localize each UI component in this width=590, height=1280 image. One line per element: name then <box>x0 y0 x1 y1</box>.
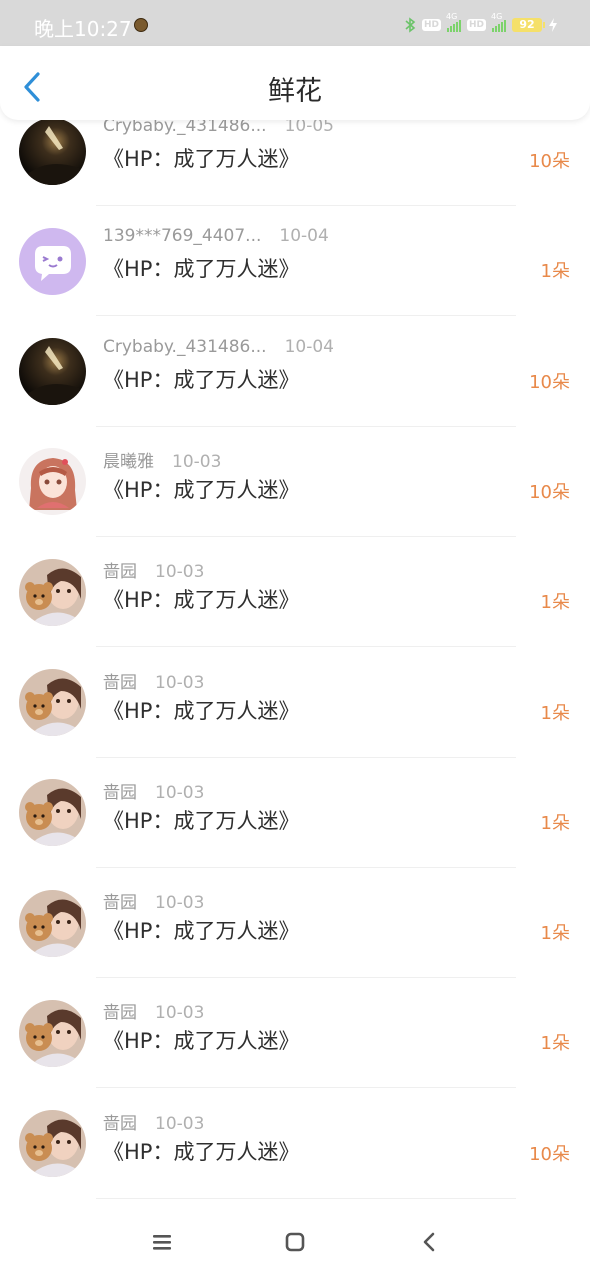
status-time: 晚上10:27 <box>34 17 132 41</box>
record-date: 10-03 <box>155 672 205 693</box>
book-title: 《HP：成了万人迷》 <box>103 1139 300 1164</box>
nav-back-icon[interactable] <box>422 1231 436 1253</box>
book-title: 《HP：成了万人迷》 <box>103 808 300 833</box>
flower-count: 1朵 <box>540 702 570 724</box>
bluetooth-icon <box>405 17 416 33</box>
charging-icon <box>549 18 557 32</box>
divider <box>96 1197 516 1199</box>
avatar[interactable] <box>19 448 86 516</box>
home-square-icon[interactable] <box>285 1232 305 1252</box>
user-name: 啬园 <box>103 562 137 583</box>
flower-count: 1朵 <box>540 592 570 614</box>
book-title: 《HP：成了万人迷》 <box>103 367 300 392</box>
user-name: 晨曦雅 <box>103 451 154 472</box>
hd-badge: HD <box>466 19 486 31</box>
book-title: 《HP：成了万人迷》 <box>103 147 300 171</box>
flower-record-item[interactable]: 啬园 10-03 《HP：成了万人迷》 10朵 <box>0 1089 590 1199</box>
book-title: 《HP：成了万人迷》 <box>103 257 300 282</box>
flower-record-item[interactable]: 啬园 10-03 《HP：成了万人迷》 1朵 <box>0 758 590 868</box>
signal-icon: 4G <box>491 12 506 32</box>
avatar[interactable] <box>19 558 86 626</box>
network-type: 4G <box>445 12 458 21</box>
flower-record-item[interactable]: Crybaby._431486... 10-04 《HP：成了万人迷》 10朵 <box>0 317 590 427</box>
avatar[interactable] <box>19 779 86 847</box>
flower-record-list: Crybaby._431486... 10-05 《HP：成了万人迷》 10朵 139*… <box>0 97 590 1209</box>
name-date-line: 啬园 10-03 <box>103 1109 204 1134</box>
name-date-line: 啬园 10-03 <box>103 778 204 803</box>
flower-record-item[interactable]: 139***769_4407... 10-04 《HP：成了万人迷》 1朵 <box>0 206 590 317</box>
avatar[interactable] <box>19 227 86 295</box>
user-name: 139***769_4407... <box>103 226 262 247</box>
flower-count: 1朵 <box>540 812 570 834</box>
system-navigation-bar <box>0 1209 590 1280</box>
book-title: 《HP：成了万人迷》 <box>103 698 300 723</box>
book-title: 《HP：成了万人迷》 <box>103 1029 300 1054</box>
name-date-line: 139***769_4407... 10-04 <box>103 226 329 246</box>
flower-count: 10朵 <box>529 371 570 393</box>
name-date-line: 啬园 10-03 <box>103 888 204 913</box>
name-date-line: 啬园 10-03 <box>103 998 204 1023</box>
user-name: Crybaby._431486... <box>103 336 267 357</box>
name-date-line: Crybaby._431486... 10-04 <box>103 337 334 357</box>
name-date-line: 啬园 10-03 <box>103 668 204 693</box>
user-name: 啬园 <box>103 782 137 803</box>
flower-record-item[interactable]: 啬园 10-03 《HP：成了万人迷》 1朵 <box>0 648 590 758</box>
avatar[interactable] <box>19 117 86 185</box>
name-date-line: 啬园 10-03 <box>103 557 204 582</box>
record-date: 10-03 <box>172 451 222 472</box>
avatar[interactable] <box>19 889 86 957</box>
flower-count: 1朵 <box>540 1033 570 1055</box>
flower-count: 10朵 <box>529 151 570 172</box>
signal-icon: 4G <box>446 12 461 32</box>
name-date-line: 晨曦雅 10-03 <box>103 447 221 472</box>
flower-count: 1朵 <box>540 923 570 945</box>
flower-count: 1朵 <box>540 261 570 283</box>
flower-record-item[interactable]: 啬园 10-03 《HP：成了万人迷》 1朵 <box>0 868 590 979</box>
user-name: 啬园 <box>103 893 137 914</box>
avatar[interactable] <box>19 669 86 736</box>
top-header: 鲜花 <box>0 46 590 120</box>
flower-count: 10朵 <box>529 481 570 503</box>
status-bar: 晚上10:27 HD 4G HD 4G 92 <box>0 0 590 46</box>
network-type: 4G <box>491 12 503 21</box>
battery-icon: 92 <box>512 18 545 32</box>
flower-count: 10朵 <box>529 1143 570 1165</box>
record-date: 10-03 <box>155 893 205 914</box>
flower-record-item[interactable]: 晨曦雅 10-03 《HP：成了万人迷》 10朵 <box>0 427 590 537</box>
avatar[interactable] <box>19 338 86 406</box>
user-name: 啬园 <box>103 1003 137 1024</box>
record-date: 10-03 <box>155 562 205 583</box>
book-title: 《HP：成了万人迷》 <box>103 477 300 502</box>
flower-record-item[interactable]: 啬园 10-03 《HP：成了万人迷》 1朵 <box>0 537 590 648</box>
record-date: 10-03 <box>155 782 205 803</box>
user-name: 啬园 <box>103 1113 137 1134</box>
menu-icon[interactable] <box>151 1232 173 1252</box>
avatar[interactable] <box>19 999 86 1067</box>
avatar[interactable] <box>19 1110 86 1178</box>
flower-record-item[interactable]: 啬园 10-03 《HP：成了万人迷》 1朵 <box>0 978 590 1089</box>
page-title: 鲜花 <box>268 76 322 107</box>
book-title: 《HP：成了万人迷》 <box>103 588 300 613</box>
record-date: 10-04 <box>284 336 334 357</box>
record-date: 10-03 <box>155 1003 205 1024</box>
notification-icon <box>134 18 148 32</box>
hd-badge: HD <box>421 19 441 31</box>
user-name: 啬园 <box>103 672 137 693</box>
book-title: 《HP：成了万人迷》 <box>103 919 300 944</box>
status-icons: HD 4G HD 4G 92 <box>404 12 558 35</box>
record-date: 10-03 <box>155 1113 205 1134</box>
record-date: 10-04 <box>279 226 329 247</box>
